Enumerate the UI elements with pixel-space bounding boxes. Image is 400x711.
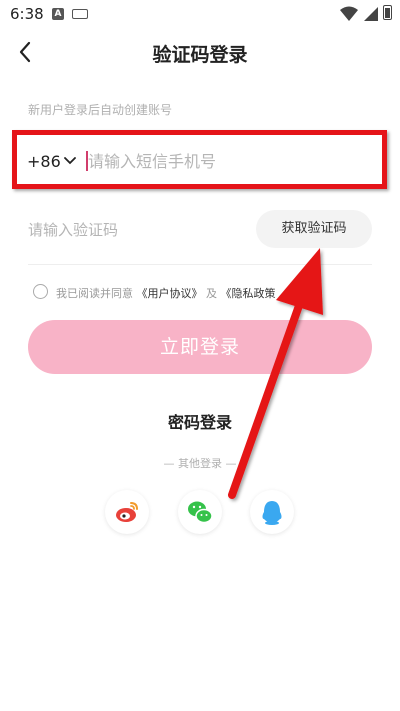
new-user-hint: 新用户登录后自动创建账号 [28, 103, 173, 117]
signal-icon [364, 7, 378, 21]
user-agreement-link[interactable]: 《用户协议》 [137, 287, 203, 300]
password-login-link[interactable]: 密码登录 [0, 409, 400, 433]
get-code-button[interactable]: 获取验证码 [256, 210, 372, 248]
status-time: 6:38 [10, 5, 44, 23]
wifi-icon [340, 6, 358, 21]
agreement-text: 我已阅读并同意 《用户协议》 及 《隐私政策 [56, 285, 276, 301]
other-login-label: — 其他登录 — [163, 457, 237, 470]
weibo-icon [116, 502, 138, 522]
agreement-and: 及 [206, 287, 217, 300]
login-button[interactable]: 立即登录 [28, 320, 372, 374]
highlight-box [12, 130, 387, 189]
wechat-icon [188, 501, 213, 524]
agreement-prefix: 我已阅读并同意 [56, 287, 133, 300]
wechat-login-button[interactable] [178, 490, 222, 534]
status-bar: 6:38 A [0, 0, 400, 28]
verification-code-input[interactable] [28, 216, 248, 244]
qq-icon [262, 501, 282, 525]
weibo-login-button[interactable] [105, 490, 149, 534]
qq-login-button[interactable] [250, 490, 294, 534]
notification-a-icon: A [52, 8, 64, 20]
page-title: 验证码登录 [152, 44, 248, 66]
keyboard-icon [72, 9, 88, 19]
agreement-checkbox[interactable] [33, 284, 48, 299]
privacy-policy-link[interactable]: 《隐私政策 [221, 287, 276, 300]
battery-icon [383, 5, 392, 20]
